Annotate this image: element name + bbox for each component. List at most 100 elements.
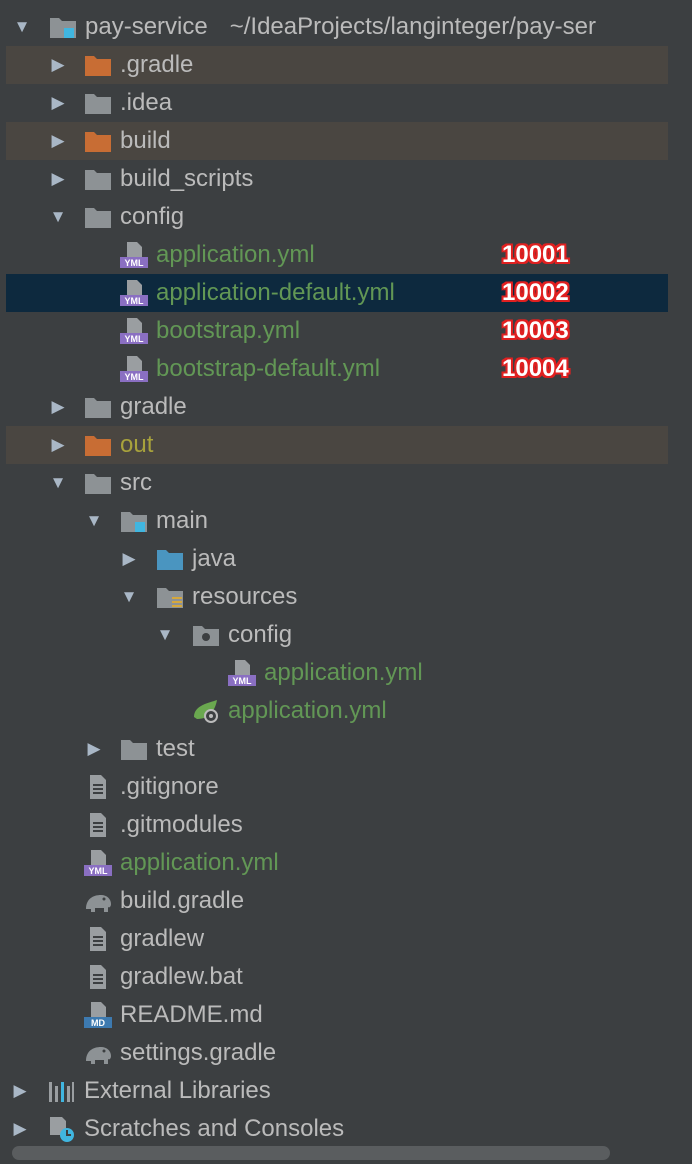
svg-text:MD: MD [91, 1018, 105, 1028]
chevron-right-icon[interactable]: ▶ [48, 55, 68, 75]
tree-row-file[interactable]: gradlew [6, 920, 668, 958]
chevron-down-icon[interactable]: ▼ [155, 625, 175, 645]
tree-row-resources[interactable]: ▼ resources [6, 578, 668, 616]
tree-row-label: src [120, 469, 152, 496]
project-path: ~/IdeaProjects/langinteger/pay-ser [229, 13, 596, 40]
tree-row-label: External Libraries [84, 1077, 271, 1104]
tree-row-label: out [120, 431, 154, 458]
tree-row-label: application-default.yml [156, 279, 395, 306]
folder-icon [119, 735, 149, 763]
tree-row-config[interactable]: ▼ config [6, 198, 668, 236]
tree-row-label: resources [192, 583, 298, 610]
tree-row-idea[interactable]: ▶ .idea [6, 84, 668, 122]
tree-row-build[interactable]: ▶ build [6, 122, 668, 160]
module-folder-icon [119, 507, 149, 535]
tree-row-external-libraries[interactable]: ▶ External Libraries [6, 1072, 668, 1110]
tree-row-label: gradlew [120, 925, 205, 952]
chevron-right-icon[interactable]: ▶ [10, 1119, 30, 1139]
tree-row-label: Scratches and Consoles [84, 1115, 345, 1142]
excluded-folder-icon [83, 431, 113, 459]
tree-row-label: bootstrap-default.yml [156, 355, 381, 382]
annotation-badge: 10001 [502, 241, 569, 268]
tree-row-file[interactable]: MD README.md [6, 996, 668, 1034]
vertical-scrollbar[interactable] [678, 0, 692, 1164]
chevron-right-icon[interactable]: ▶ [48, 131, 68, 151]
tree-row-src[interactable]: ▼ src [6, 464, 668, 502]
tree-row-label: config [228, 621, 293, 648]
tree-row-main[interactable]: ▼ main [6, 502, 668, 540]
tree-row-file[interactable]: YML application.yml [6, 654, 668, 692]
folder-icon [83, 89, 113, 117]
tree-row-file[interactable]: gradlew.bat [6, 958, 668, 996]
tree-row-file-selected[interactable]: YML application-default.yml 10002 [6, 274, 668, 312]
tree-row-file[interactable]: YML application.yml [6, 844, 668, 882]
tree-row-file[interactable]: application.yml [6, 692, 668, 730]
tree-row-label: application.yml [120, 849, 279, 876]
folder-icon [83, 393, 113, 421]
chevron-right-icon[interactable]: ▶ [48, 435, 68, 455]
gradle-elephant-icon [83, 1039, 113, 1067]
horizontal-scrollbar[interactable] [12, 1146, 610, 1160]
tree-row-gradle-dir[interactable]: ▶ .gradle [6, 46, 668, 84]
tree-row-java[interactable]: ▶ java [6, 540, 668, 578]
chevron-right-icon[interactable]: ▶ [119, 549, 139, 569]
tree-row-label: README.md [120, 1001, 263, 1028]
svg-text:YML: YML [125, 258, 145, 268]
chevron-down-icon[interactable]: ▼ [119, 587, 139, 607]
tree-row-label: .gitignore [120, 773, 219, 800]
yml-file-icon: YML [83, 849, 113, 877]
yml-file-icon: YML [119, 241, 149, 269]
tree-row-scratches[interactable]: ▶ Scratches and Consoles [6, 1110, 668, 1148]
tree-row-pay-service[interactable]: ▼ pay-service ~/IdeaProjects/langinteger/… [6, 8, 668, 46]
chevron-down-icon[interactable]: ▼ [48, 207, 68, 227]
annotation-badge: 10003 [502, 317, 569, 344]
module-folder-icon [48, 13, 78, 41]
tree-row-label: bootstrap.yml [156, 317, 301, 344]
svg-text:YML: YML [89, 866, 109, 876]
yml-file-icon: YML [227, 659, 257, 687]
source-folder-icon [155, 545, 185, 573]
tree-row-file[interactable]: YML bootstrap.yml 10003 [6, 312, 668, 350]
tree-row-label: application.yml [228, 697, 387, 724]
yml-file-icon: YML [119, 355, 149, 383]
tree-row-test[interactable]: ▶ test [6, 730, 668, 768]
tree-row-file[interactable]: build.gradle [6, 882, 668, 920]
tree-row-file[interactable]: settings.gradle [6, 1034, 668, 1072]
folder-icon [83, 203, 113, 231]
chevron-right-icon[interactable]: ▶ [84, 739, 104, 759]
tree-row-file[interactable]: .gitignore [6, 768, 668, 806]
text-file-icon [83, 963, 113, 991]
resources-folder-icon [155, 583, 185, 611]
tree-row-label: application.yml [156, 241, 315, 268]
folder-icon [83, 165, 113, 193]
chevron-right-icon[interactable]: ▶ [48, 169, 68, 189]
chevron-right-icon[interactable]: ▶ [10, 1081, 30, 1101]
tree-row-gradle[interactable]: ▶ gradle [6, 388, 668, 426]
tree-row-label: java [192, 545, 237, 572]
tree-row-label: gradle [120, 393, 187, 420]
chevron-down-icon[interactable]: ▼ [48, 473, 68, 493]
gradle-elephant-icon [83, 887, 113, 915]
svg-text:YML: YML [125, 334, 145, 344]
svg-text:YML: YML [233, 676, 253, 686]
libraries-icon [46, 1077, 76, 1105]
tree-row-file[interactable]: YML bootstrap-default.yml 10004 [6, 350, 668, 388]
tree-row-file[interactable]: .gitmodules [6, 806, 668, 844]
yml-file-icon: YML [119, 279, 149, 307]
chevron-right-icon[interactable]: ▶ [48, 397, 68, 417]
chevron-down-icon[interactable]: ▼ [84, 511, 104, 531]
tree-row-label: .gitmodules [120, 811, 243, 838]
annotation-badge: 10002 [502, 279, 569, 306]
tree-row-file[interactable]: YML application.yml 10001 [6, 236, 668, 274]
tree-row-config-package[interactable]: ▼ config [6, 616, 668, 654]
tree-row-label: build [120, 127, 171, 154]
tree-row-out[interactable]: ▶ out [6, 426, 668, 464]
tree-row-build-scripts[interactable]: ▶ build_scripts [6, 160, 668, 198]
text-file-icon [83, 925, 113, 953]
chevron-down-icon[interactable]: ▼ [12, 17, 32, 37]
folder-icon [83, 469, 113, 497]
chevron-right-icon[interactable]: ▶ [48, 93, 68, 113]
svg-text:YML: YML [125, 296, 145, 306]
annotation-badge: 10004 [502, 355, 569, 382]
tree-row-label: settings.gradle [120, 1039, 277, 1066]
